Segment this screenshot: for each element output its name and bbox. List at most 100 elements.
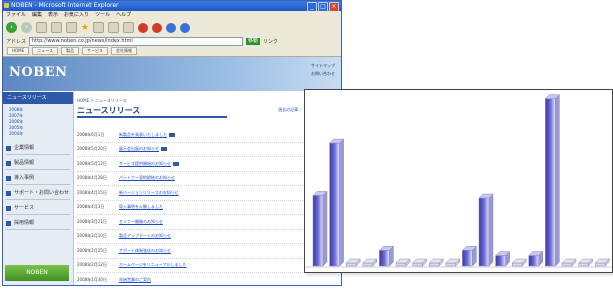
chart-bar xyxy=(561,258,577,267)
new-badge-icon xyxy=(169,132,175,137)
chart-bar xyxy=(428,258,444,267)
news-row: 2008年5月20日 展示会出展のお知らせ xyxy=(77,143,341,157)
chart-bar xyxy=(328,138,345,267)
menu-favorites[interactable]: お気に入り xyxy=(64,11,89,19)
sidebar: ニュースリリース 2008年 2007年 2006年 2005年 2004年 企… xyxy=(3,92,74,285)
sidebar-item[interactable]: 企業情報 xyxy=(6,142,70,155)
menu-view[interactable]: 表示 xyxy=(48,11,58,19)
bullet-icon xyxy=(6,145,11,151)
header-links: サイトマップ お問い合わせ xyxy=(311,63,335,79)
news-link[interactable]: 年始営業のご案内 xyxy=(119,277,151,283)
media-icon[interactable] xyxy=(180,22,191,33)
news-link[interactable]: 新バージョンリリースのお知らせ xyxy=(119,190,179,196)
links-label[interactable]: リンク xyxy=(263,38,278,45)
news-date: 2008年2月12日 xyxy=(77,262,107,268)
chart-bar xyxy=(577,258,594,267)
header-link-sitemap[interactable]: サイトマップ xyxy=(311,63,335,69)
chart-bar xyxy=(494,250,511,267)
home-icon[interactable] xyxy=(66,22,77,33)
sidebar-item[interactable]: 採用情報 xyxy=(6,217,70,230)
news-date: 2008年4月28日 xyxy=(77,175,107,181)
news-link[interactable]: サポート体制強化のお知らせ xyxy=(119,248,171,254)
bullet-icon xyxy=(6,220,11,226)
chart-bar xyxy=(395,258,411,267)
news-link[interactable]: 製品アップデートのお知らせ xyxy=(119,233,171,239)
forward-icon[interactable]: › xyxy=(21,22,32,33)
menu-edit[interactable]: 編集 xyxy=(32,11,42,19)
news-row: 2008年6月1日 新製品を発表いたしました xyxy=(77,128,341,143)
year-list: 2008年 2007年 2006年 2005年 2004年 xyxy=(3,104,73,140)
news-link[interactable]: 導入事例を公開しました xyxy=(119,204,163,210)
news-row: 2008年2月25日 サポート体制強化のお知らせ xyxy=(77,244,341,259)
chart-bar xyxy=(511,258,527,267)
sidebar-item-label: 採用情報 xyxy=(14,220,35,226)
chart-bar xyxy=(461,245,478,267)
news-link[interactable]: セミナー開催のお知らせ xyxy=(119,219,163,225)
menu-file[interactable]: ファイル xyxy=(6,11,26,19)
mail-icon[interactable] xyxy=(108,22,120,33)
news-link[interactable]: サービス提供開始のお知らせ xyxy=(119,161,171,167)
header-link-contact[interactable]: お問い合わせ xyxy=(311,71,335,77)
history-icon[interactable] xyxy=(93,22,105,33)
bullet-icon xyxy=(6,205,11,211)
archive-link[interactable]: 過去の記事 › xyxy=(278,107,301,113)
news-date: 2008年3月21日 xyxy=(77,218,107,224)
sidebar-item[interactable]: サポート・お問い合わせ xyxy=(6,187,70,200)
favorites-star-icon[interactable]: ★ xyxy=(81,23,89,33)
stop-icon[interactable] xyxy=(36,22,47,33)
sidebar-item-label: サポート・お問い合わせ xyxy=(14,190,70,196)
address-label: アドレス xyxy=(6,38,27,45)
address-input[interactable]: http://www.noben.co.jp/news/index.html xyxy=(29,36,244,46)
link-button[interactable]: 会社情報 xyxy=(110,47,137,55)
stop-record-icon[interactable] xyxy=(152,22,163,33)
menu-help[interactable]: ヘルプ xyxy=(116,11,131,19)
main-content: HOME > ニュースリリース ニュースリリース 過去の記事 › 2008年6月… xyxy=(77,92,341,285)
year-link[interactable]: 2004年 xyxy=(9,131,73,137)
record-icon[interactable] xyxy=(138,22,149,33)
print-icon[interactable] xyxy=(123,22,135,33)
news-link[interactable]: パートナー契約締結のお知らせ xyxy=(119,175,175,181)
news-date: 2008年3月10日 xyxy=(77,233,107,239)
news-date: 2008年6月1日 xyxy=(77,131,105,137)
news-link[interactable]: 展示会出展のお知らせ xyxy=(119,146,159,152)
sidebar-banner[interactable]: NOBEN xyxy=(5,265,69,281)
page-title: ニュースリリース xyxy=(77,105,227,118)
news-row: 2008年4月28日 パートナー契約締結のお知らせ xyxy=(77,172,341,186)
title-bar: NOBEN - Microsoft Internet Explorer _ □ … xyxy=(3,1,341,12)
chart-bar xyxy=(594,258,610,267)
chart-bar xyxy=(345,258,361,267)
sidebar-item[interactable]: 導入事例 xyxy=(6,172,70,185)
messenger-icon[interactable] xyxy=(166,22,177,33)
chart-bar xyxy=(378,245,395,267)
bar-chart-panel xyxy=(304,89,613,273)
sidebar-item-label: 製品情報 xyxy=(14,160,35,166)
sidebar-item[interactable]: サービス xyxy=(6,202,70,215)
back-icon[interactable]: ‹ xyxy=(6,22,17,33)
news-row: 2008年1月30日 年始営業のご案内 xyxy=(77,273,341,285)
news-link[interactable]: 新製品を発表いたしました xyxy=(119,132,167,138)
bullet-icon xyxy=(6,190,11,196)
news-list: 2008年6月1日 新製品を発表いたしました 2008年5月20日 展示会出展のお知ら… xyxy=(77,128,341,285)
link-button[interactable]: 製品 xyxy=(60,47,79,55)
new-badge-icon xyxy=(172,161,179,166)
bar-chart xyxy=(305,94,612,268)
sidebar-item-news[interactable]: ニュースリリース xyxy=(3,92,73,104)
site-logo[interactable]: NOBEN xyxy=(9,65,68,80)
breadcrumb[interactable]: HOME > ニュースリリース xyxy=(77,98,341,104)
news-link[interactable]: ホームページをリニューアルしました xyxy=(119,262,187,268)
menu-tools[interactable]: ツール xyxy=(95,11,110,19)
ie-icon xyxy=(4,3,9,8)
link-button[interactable]: サービス xyxy=(81,47,108,55)
refresh-icon[interactable] xyxy=(51,22,62,33)
news-row: 2008年4月3日 導入事例を公開しました xyxy=(77,201,341,215)
window-title: NOBEN - Microsoft Internet Explorer xyxy=(11,2,119,9)
news-row: 2008年5月12日 サービス提供開始のお知らせ xyxy=(77,157,341,172)
go-button[interactable]: 移動 xyxy=(246,37,261,45)
news-row: 2008年3月21日 セミナー開催のお知らせ xyxy=(77,215,341,230)
news-date: 2008年5月12日 xyxy=(77,160,107,166)
news-row: 2008年2月12日 ホームページをリニューアルしました xyxy=(77,259,341,273)
link-button[interactable]: ニュース xyxy=(32,47,58,55)
bullet-icon xyxy=(6,160,11,166)
link-button[interactable]: HOME xyxy=(7,47,30,55)
sidebar-item[interactable]: 製品情報 xyxy=(6,157,70,170)
